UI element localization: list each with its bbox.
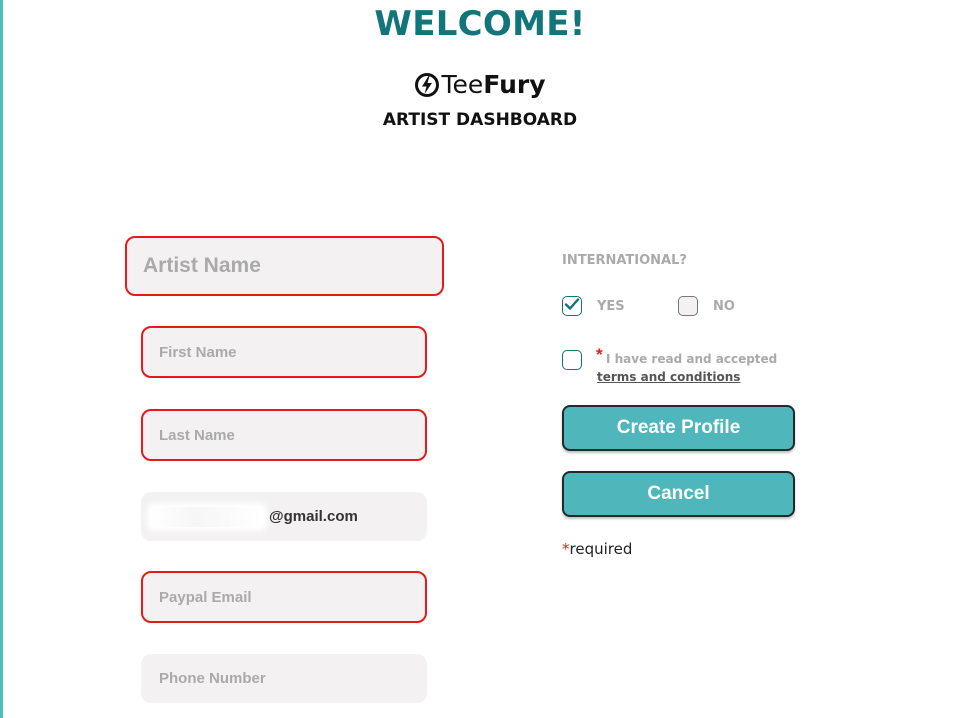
- first-name-input[interactable]: First Name: [141, 326, 427, 378]
- left-edge-rule: [0, 0, 3, 718]
- terms-checkbox[interactable]: [562, 350, 582, 370]
- last-name-input[interactable]: Last Name: [141, 409, 427, 461]
- paypal-email-input[interactable]: Paypal Email: [141, 571, 427, 623]
- first-name-placeholder: First Name: [159, 343, 237, 361]
- terms-text: I have read and accepted: [606, 352, 778, 366]
- phone-number-input[interactable]: Phone Number: [141, 654, 427, 703]
- teefury-logo: Tee Fury: [0, 70, 960, 99]
- terms-and-conditions-link[interactable]: terms and conditions: [597, 370, 740, 384]
- international-yes-label: YES: [597, 299, 625, 314]
- cancel-button[interactable]: Cancel: [562, 471, 795, 517]
- email-input[interactable]: @gmail.com: [141, 492, 427, 541]
- terms-required-star: *: [596, 345, 603, 364]
- teefury-bolt-logo-icon: [414, 72, 440, 98]
- paypal-email-placeholder: Paypal Email: [159, 588, 252, 606]
- artist-name-input[interactable]: Artist Name: [125, 236, 444, 296]
- international-label: INTERNATIONAL?: [562, 253, 687, 268]
- phone-number-placeholder: Phone Number: [159, 670, 266, 687]
- required-note: *required: [562, 540, 632, 558]
- page-subtitle: ARTIST DASHBOARD: [382, 110, 578, 130]
- international-no-checkbox[interactable]: [678, 296, 698, 316]
- international-no-label: NO: [713, 299, 735, 314]
- brand-name-light: Tee: [441, 70, 484, 99]
- redacted-email-prefix: [151, 506, 263, 527]
- checkmark-icon: [564, 297, 580, 316]
- create-profile-button[interactable]: Create Profile: [562, 405, 795, 451]
- required-star: *: [562, 540, 570, 558]
- international-yes-checkbox[interactable]: [562, 296, 582, 316]
- email-value-suffix: @gmail.com: [269, 508, 358, 525]
- artist-name-placeholder: Artist Name: [143, 254, 261, 277]
- welcome-heading: WELCOME!: [374, 4, 586, 44]
- required-text: required: [569, 540, 633, 558]
- last-name-placeholder: Last Name: [159, 426, 235, 444]
- brand-name-bold: Fury: [483, 70, 546, 99]
